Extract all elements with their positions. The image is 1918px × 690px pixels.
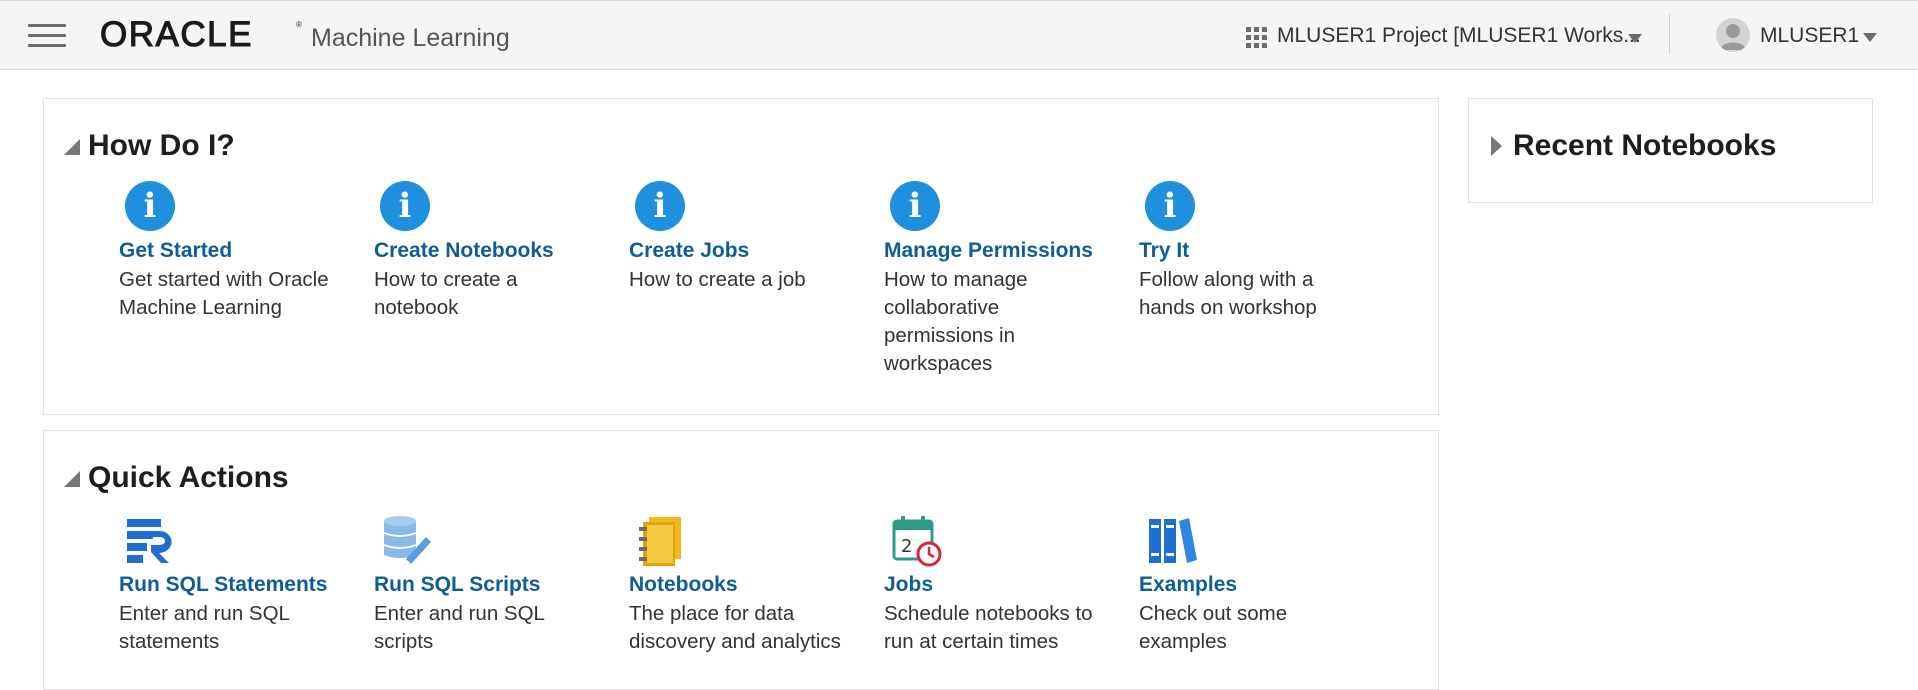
recent-notebooks-title[interactable]: Recent Notebooks <box>1513 129 1776 163</box>
sql-scripts-icon[interactable] <box>380 515 432 567</box>
card-title[interactable]: Create Notebooks <box>374 239 554 263</box>
collapse-triangle-icon[interactable] <box>64 139 80 155</box>
header-divider <box>1669 14 1670 54</box>
examples-books-icon[interactable] <box>1145 515 1197 567</box>
card-description: Enter and run SQL scripts <box>374 602 545 653</box>
oracle-logo: ORACLE ® <box>100 14 302 53</box>
card-title[interactable]: Manage Permissions <box>884 239 1093 263</box>
card-description: The place for data discovery and analyti… <box>629 602 841 653</box>
card-description: Enter and run SQL statements <box>119 602 290 653</box>
top-navigation-bar: ORACLE ® Machine Learning MLUSER1 Projec… <box>0 0 1918 70</box>
how-do-i-panel: How Do I? i Get Started Get started with… <box>43 98 1439 415</box>
info-icon[interactable]: i <box>890 181 940 231</box>
chevron-down-icon <box>1628 34 1642 43</box>
recent-notebooks-panel: Recent Notebooks <box>1468 98 1873 203</box>
app-name: Machine Learning <box>311 24 510 52</box>
info-icon[interactable]: i <box>1145 181 1195 231</box>
card-title[interactable]: Jobs <box>884 573 933 597</box>
card-description: How to create a job <box>629 268 806 291</box>
info-icon[interactable]: i <box>125 181 175 231</box>
info-icon[interactable]: i <box>380 181 430 231</box>
expand-triangle-icon[interactable] <box>1491 136 1502 156</box>
hamburger-menu-icon[interactable] <box>28 24 66 50</box>
quick-actions-title: Quick Actions <box>88 461 289 494</box>
card-title[interactable]: Run SQL Statements <box>119 573 327 597</box>
card-description: Schedule notebooks to run at certain tim… <box>884 602 1093 653</box>
project-selector-label: MLUSER1 Project [MLUSER1 Works... <box>1277 24 1641 47</box>
notebooks-icon[interactable] <box>635 515 687 567</box>
card-description: Follow along with a hands on workshop <box>1139 268 1317 319</box>
how-do-i-title: How Do I? <box>88 129 235 162</box>
card-description: Get started with Oracle Machine Learning <box>119 268 329 319</box>
card-description: How to manage collaborative permissions … <box>884 268 1028 375</box>
svg-text:ORACLE: ORACLE <box>100 15 253 53</box>
quick-actions-panel: Quick Actions Run SQL Statements Enter a… <box>43 430 1439 690</box>
user-name: MLUSER1 <box>1760 24 1860 47</box>
card-description: Check out some examples <box>1139 602 1288 653</box>
card-title[interactable]: Run SQL Scripts <box>374 573 540 597</box>
chevron-down-icon <box>1863 33 1877 42</box>
card-title[interactable]: Notebooks <box>629 573 738 597</box>
info-icon[interactable]: i <box>635 181 685 231</box>
card-title[interactable]: Create Jobs <box>629 239 749 263</box>
svg-text:2: 2 <box>901 536 912 557</box>
grid-apps-icon <box>1246 27 1267 48</box>
card-title[interactable]: Get Started <box>119 239 232 263</box>
card-title[interactable]: Examples <box>1139 573 1237 597</box>
card-title[interactable]: Try It <box>1139 239 1189 263</box>
sql-statements-icon[interactable] <box>125 515 177 567</box>
jobs-calendar-icon[interactable]: 2 <box>890 515 942 567</box>
user-avatar-icon <box>1716 18 1750 52</box>
svg-text:®: ® <box>296 20 302 29</box>
card-description: How to create a notebook <box>374 268 518 319</box>
collapse-triangle-icon[interactable] <box>64 471 80 487</box>
